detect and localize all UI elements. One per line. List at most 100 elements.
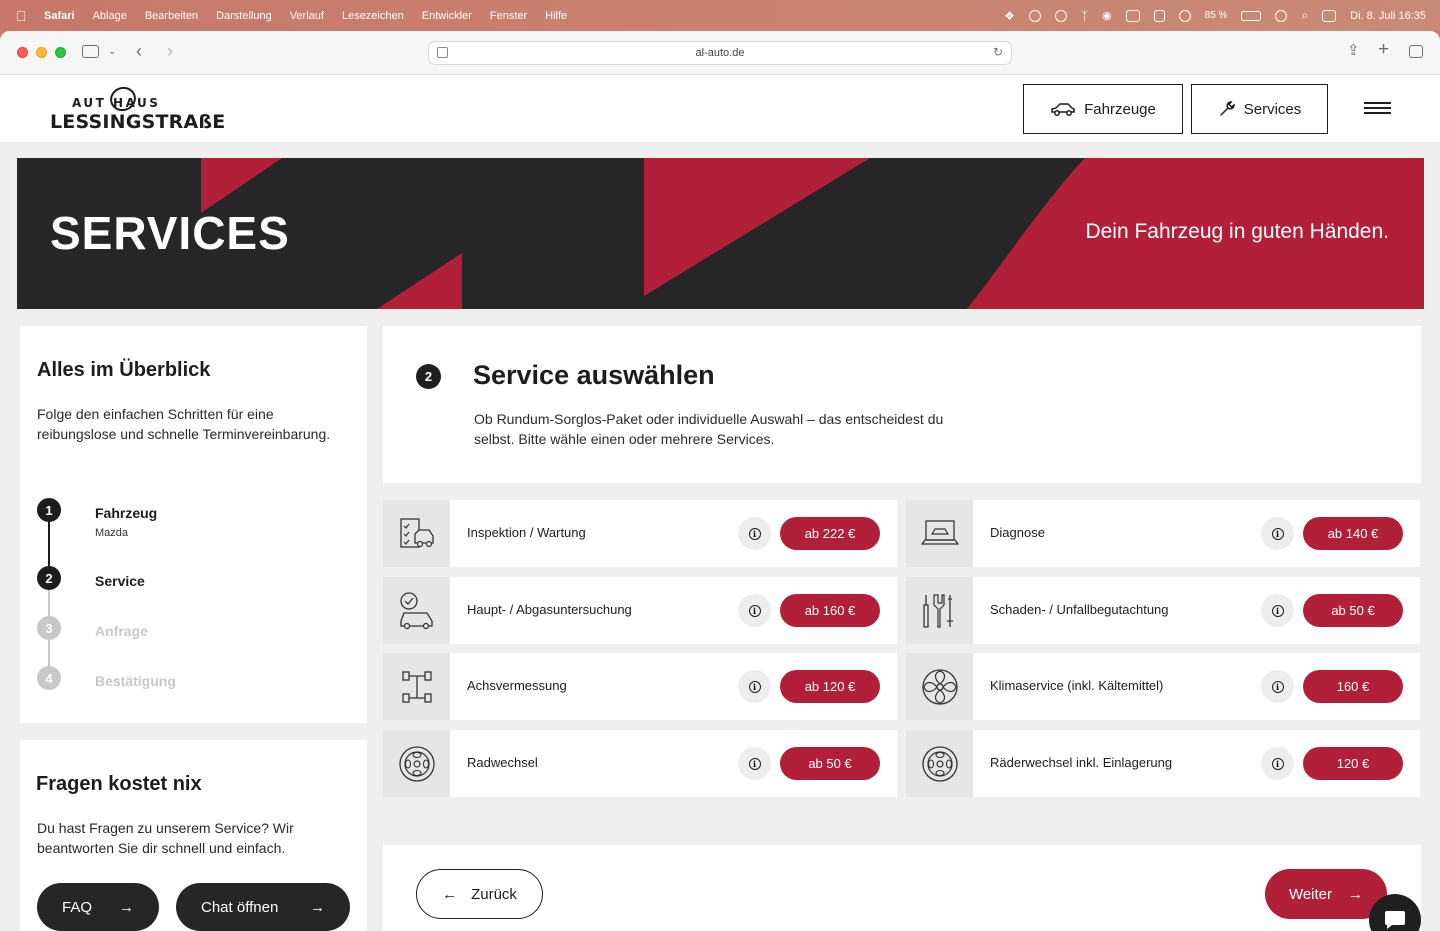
price-button[interactable]: ab 50 € [1303,594,1403,627]
page-settings-icon[interactable] [437,47,448,58]
close-window-button[interactable] [17,47,28,58]
step-1-label[interactable]: Fahrzeug [95,505,157,521]
drive-icon[interactable] [1125,9,1140,22]
menu-ablage[interactable]: Ablage [93,10,127,22]
checklist-car-icon [383,500,450,567]
website: AUT HAUS LESSINGSTRAßE Fahrzeuge Service… [0,76,1440,931]
chat-icon [1385,911,1405,929]
car-icon [1051,103,1075,116]
back-button[interactable]: ← Zurück [416,869,543,919]
forward-icon[interactable]: › [167,42,173,60]
menu-entwickler[interactable]: Entwickler [422,10,472,22]
nav-vehicles-button[interactable]: Fahrzeuge [1023,84,1183,134]
step-3-circle: 3 [37,616,61,640]
url-text: al-auto.de [695,47,745,59]
menu-fenster[interactable]: Fenster [490,10,527,22]
battery-icon[interactable] [1241,10,1262,21]
price-button[interactable]: ab 50 € [780,747,880,780]
fan-icon [906,653,973,720]
minimize-window-button[interactable] [36,47,47,58]
service-name: Räderwechsel inkl. Einlagerung [990,755,1173,770]
price-button[interactable]: ab 120 € [780,670,880,703]
control-center-icon[interactable] [1322,9,1337,22]
arrow-right-icon: → [119,898,134,916]
overview-text: Folge den einfachen Schritten für eine r… [37,406,331,442]
menu-lesezeichen[interactable]: Lesezeichen [342,10,404,22]
step-4-circle: 4 [37,666,61,690]
contacts-icon[interactable] [1153,9,1165,22]
info-button[interactable]: i [738,517,771,550]
airpods-icon[interactable]: ◉ [1102,9,1112,22]
service-item-diagnose[interactable]: Diagnose i ab 140 € [906,500,1420,567]
step-2-label: Service [95,573,145,589]
page-title: Service auswählen [473,360,715,390]
new-tab-icon[interactable]: + [1378,40,1389,59]
info-icon: i [748,757,761,770]
price-button[interactable]: 160 € [1303,670,1403,703]
price-button[interactable]: ab 160 € [780,594,880,627]
info-button[interactable]: i [1261,594,1294,627]
info-button[interactable]: i [1261,747,1294,780]
back-icon[interactable]: ‹ [136,42,142,60]
dropbox-icon[interactable]: ❖ [1004,9,1015,23]
wifi-icon[interactable]: ⌕ [1301,8,1308,23]
service-item-schaden[interactable]: Schaden- / Unfallbegutachtung i ab 50 € [906,577,1420,644]
tab-overview-icon[interactable] [1409,45,1423,58]
axle-icon [383,653,450,720]
menu-hamburger-icon[interactable] [1364,102,1391,116]
bluetooth-icon[interactable]: ᛉ [1081,9,1088,23]
step-1-sub: Mazda [95,527,129,539]
reload-icon[interactable]: ↻ [993,45,1003,59]
battery-label[interactable]: 85 % [1205,10,1228,21]
menu-darstellung[interactable]: Darstellung [216,10,272,22]
info-button[interactable]: i [1261,517,1294,550]
open-chat-label: Chat öffnen [201,898,279,916]
apple-icon[interactable]:  [16,9,30,23]
logo-text-bottom: LESSINGSTRAßE [50,111,226,133]
price-button[interactable]: 120 € [1303,747,1403,780]
service-item-klimaservice[interactable]: Klimaservice (inkl. Kältemittel) i 160 € [906,653,1420,720]
open-chat-button[interactable]: Chat öffnen → [176,883,350,931]
menu-bearbeiten[interactable]: Bearbeiten [145,10,198,22]
zoom-window-button[interactable] [55,47,66,58]
info-button[interactable]: i [738,594,771,627]
share-icon[interactable]: ⇪ [1347,43,1360,59]
play-icon[interactable] [1275,9,1288,22]
service-item-raederwechsel[interactable]: Räderwechsel inkl. Einlagerung i 120 € [906,730,1420,797]
address-bar[interactable]: al-auto.de ↻ [428,41,1012,65]
macos-menubar:  Safari Ablage Bearbeiten Darstellung V… [0,0,1440,31]
faq-button[interactable]: FAQ → [37,883,159,931]
overview-card: Alles im Überblick Folge den einfachen S… [20,326,367,723]
price-button[interactable]: ab 222 € [780,517,880,550]
info-button[interactable]: i [1261,670,1294,703]
next-button-label: Weiter [1288,885,1333,903]
step-4-label: Bestätigung [95,673,176,689]
faq-text: Du hast Fragen zu unserem Service? Wir b… [37,820,294,856]
time-machine-icon[interactable] [1054,9,1067,22]
info-button[interactable]: i [738,670,771,703]
window-controls [17,47,66,58]
next-button[interactable]: Weiter → [1265,869,1387,919]
hero-title: SERVICES [50,207,290,259]
info-button[interactable]: i [738,747,771,780]
logo-text-top: AUT HAUS [72,96,161,110]
sync-icon[interactable] [1028,9,1041,22]
menu-app-safari[interactable]: Safari [44,10,75,22]
menu-verlauf[interactable]: Verlauf [290,10,324,22]
car-check-icon [383,577,450,644]
compass-icon[interactable] [1178,9,1191,22]
service-item-inspektion[interactable]: Inspektion / Wartung i ab 222 € [383,500,897,567]
service-item-hu-au[interactable]: Haupt- / Abgasuntersuchung i ab 160 € [383,577,897,644]
autohaus-logo[interactable]: AUT HAUS LESSINGSTRAßE [50,83,225,135]
price-button[interactable]: ab 140 € [1303,517,1403,550]
menu-hilfe[interactable]: Hilfe [545,10,567,22]
step-2-circle: 2 [37,566,61,590]
overview-title: Alles im Überblick [37,359,211,381]
wrench-icon [1219,101,1235,116]
sidebar-toggle-icon[interactable] [82,45,99,58]
nav-services-button[interactable]: Services [1191,84,1328,134]
service-item-radwechsel[interactable]: Radwechsel i ab 50 € [383,730,897,797]
service-item-achsvermessung[interactable]: Achsvermessung i ab 120 € [383,653,897,720]
chevron-down-icon[interactable]: ⌄ [108,44,116,60]
clock-datetime[interactable]: Di. 8. Juli 16:35 [1350,10,1426,22]
